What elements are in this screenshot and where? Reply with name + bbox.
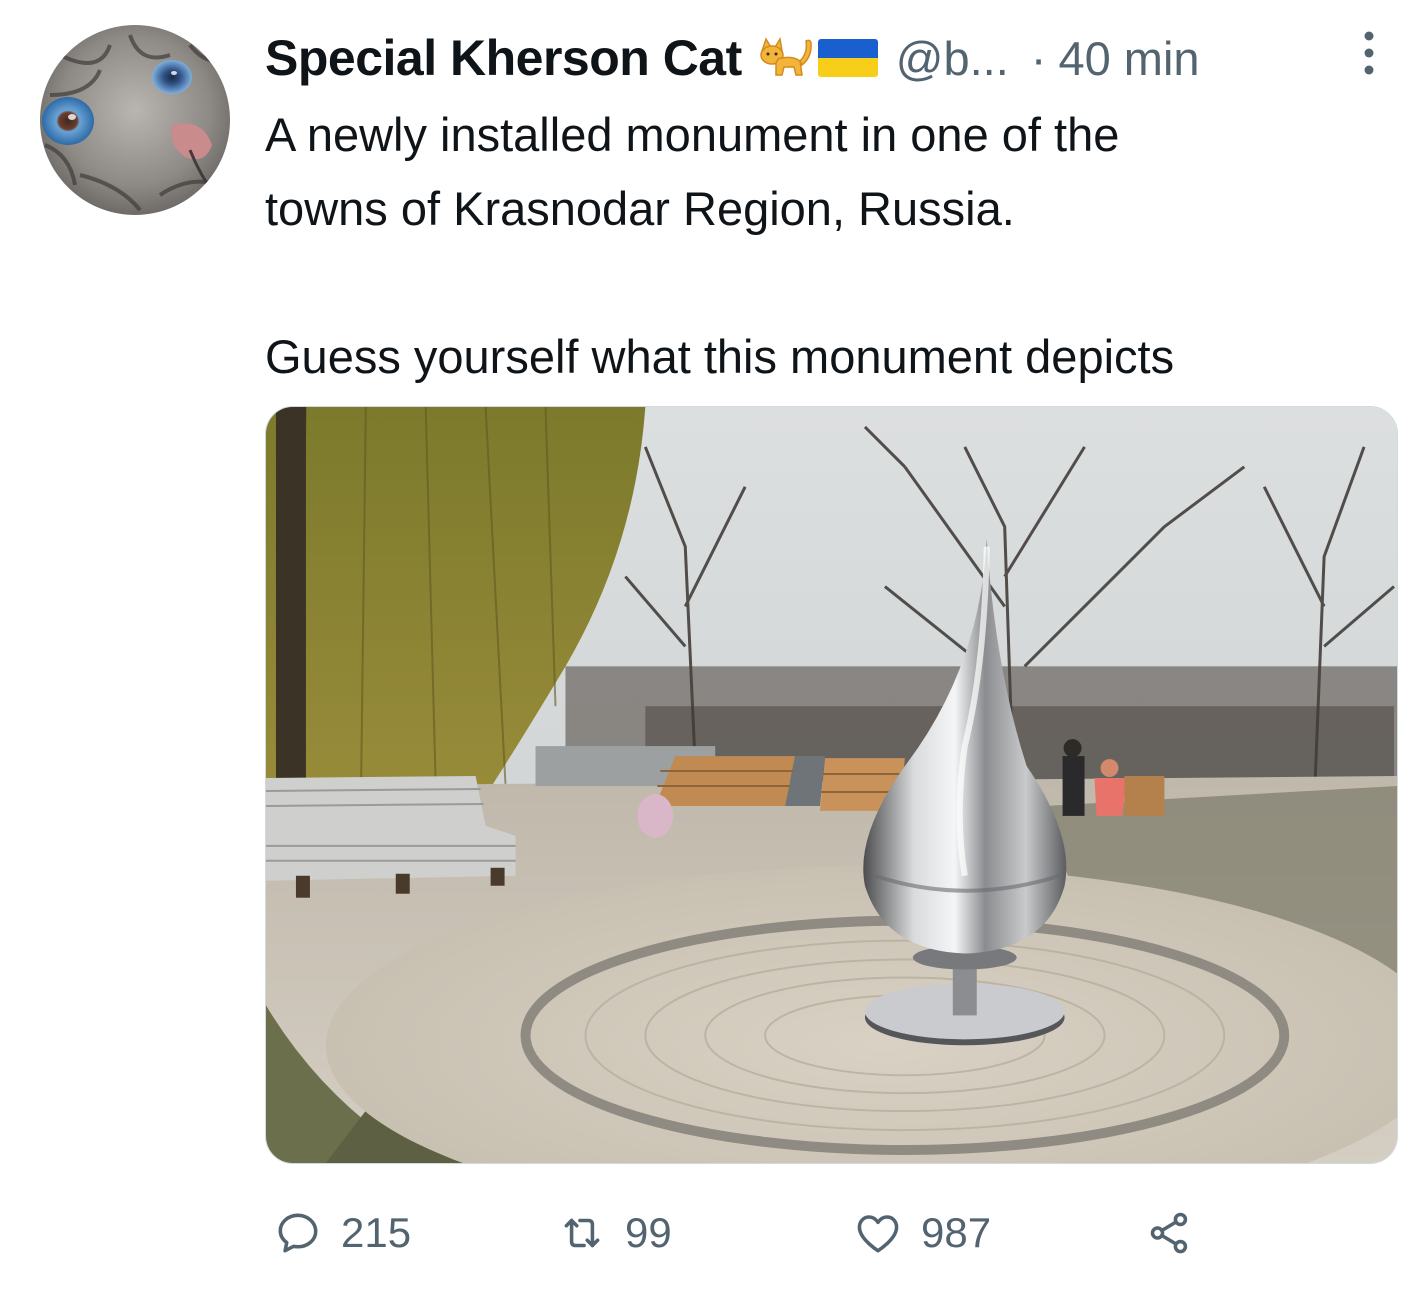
ukraine-flag-icon <box>816 33 880 83</box>
timestamp[interactable]: 40 min <box>1058 31 1199 86</box>
vertical-dots-icon[interactable] <box>1362 30 1376 76</box>
share-button[interactable] <box>1145 1198 1195 1268</box>
tweet-text-line: A newly installed monument in one of the <box>265 108 1120 161</box>
cat-emoji-icon <box>756 33 814 83</box>
like-button[interactable]: 987 <box>853 1198 991 1268</box>
retweet-count: 99 <box>625 1209 672 1256</box>
share-nodes-icon <box>1150 1212 1188 1254</box>
reply-count: 215 <box>341 1209 412 1256</box>
monument-park-photo <box>266 407 1397 1163</box>
speech-bubble-icon <box>278 1213 318 1253</box>
avatar-cat-image <box>40 25 230 215</box>
tweet-media-photo[interactable] <box>265 406 1398 1164</box>
user-handle[interactable]: @b... <box>896 31 1009 86</box>
tweet-actions: 215 99 987 <box>265 1198 1405 1268</box>
retweet-arrows-icon <box>564 1218 600 1248</box>
tweet-text-line: Guess yourself what this monument depict… <box>265 330 1175 383</box>
tweet-text: A newly installed monument in one of the… <box>265 98 1385 394</box>
avatar[interactable] <box>40 25 230 215</box>
tweet-text-line: towns of Krasnodar Region, Russia. <box>265 182 1015 235</box>
heart-icon <box>857 1215 899 1253</box>
like-count: 987 <box>921 1209 992 1256</box>
reply-button[interactable]: 215 <box>273 1198 411 1268</box>
display-name[interactable]: Special Kherson Cat <box>265 29 742 87</box>
separator-dot: · <box>1030 31 1047 85</box>
retweet-button[interactable]: 99 <box>557 1198 672 1268</box>
tweet-header: Special Kherson Cat @b... · 40 min <box>265 28 1405 88</box>
